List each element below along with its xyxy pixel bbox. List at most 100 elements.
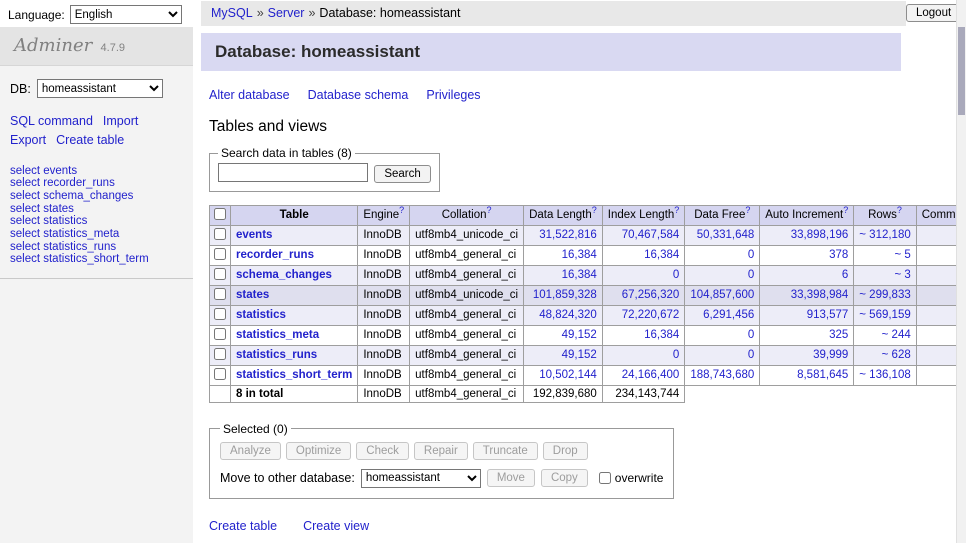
search-button[interactable]: Search <box>374 165 430 183</box>
index-length-link[interactable]: 16,384 <box>644 329 679 341</box>
sidebar-sql-command-link[interactable]: SQL command <box>10 114 93 128</box>
sidebar-import-link[interactable]: Import <box>103 114 138 128</box>
rows-count-link[interactable]: ~ 3 <box>894 269 910 281</box>
index-length-link[interactable]: 70,467,584 <box>622 229 680 241</box>
move-button[interactable]: Move <box>487 469 535 487</box>
check-button[interactable]: Check <box>356 442 409 460</box>
auto-increment-link[interactable]: 325 <box>829 329 848 341</box>
data-length-link[interactable]: 49,152 <box>562 329 597 341</box>
repair-button[interactable]: Repair <box>414 442 468 460</box>
analyze-button[interactable]: Analyze <box>220 442 281 460</box>
index-length-link[interactable]: 24,166,400 <box>622 369 680 381</box>
data-length-link[interactable]: 16,384 <box>562 249 597 261</box>
index-length-link[interactable]: 0 <box>673 349 679 361</box>
sidebar-item-select-states[interactable]: select states <box>10 203 183 216</box>
auto-increment-link[interactable]: 913,577 <box>807 309 849 321</box>
data-free-link[interactable]: 0 <box>748 249 754 261</box>
help-link[interactable]: ? <box>592 205 597 215</box>
rows-count-link[interactable]: ~ 299,833 <box>859 289 910 301</box>
data-free-link[interactable]: 0 <box>748 269 754 281</box>
row-checkbox[interactable] <box>214 288 226 300</box>
db-select[interactable]: homeassistant <box>37 79 163 98</box>
data-length-link[interactable]: 101,859,328 <box>533 289 597 301</box>
rows-count-link[interactable]: ~ 569,159 <box>859 309 910 321</box>
index-length-link[interactable]: 72,220,672 <box>622 309 680 321</box>
index-length-link[interactable]: 16,384 <box>644 249 679 261</box>
auto-increment-link[interactable]: 39,999 <box>813 349 848 361</box>
breadcrumb-mysql-link[interactable]: MySQL <box>211 6 253 20</box>
copy-button[interactable]: Copy <box>541 469 588 487</box>
data-length-link[interactable]: 31,522,816 <box>539 229 597 241</box>
alter-database-link[interactable]: Alter database <box>209 88 290 102</box>
help-link[interactable]: ? <box>897 205 902 215</box>
rows-count-link[interactable]: ~ 628 <box>882 349 911 361</box>
table-name-link[interactable]: states <box>236 289 269 301</box>
table-name-link[interactable]: statistics_short_term <box>236 369 352 381</box>
table-name-link[interactable]: events <box>236 229 272 241</box>
row-checkbox[interactable] <box>214 368 226 380</box>
help-link[interactable]: ? <box>486 205 491 215</box>
auto-increment-link[interactable]: 6 <box>842 269 848 281</box>
sidebar-item-select-statistics-runs[interactable]: select statistics_runs <box>10 241 183 254</box>
data-length-link[interactable]: 48,824,320 <box>539 309 597 321</box>
table-name-link[interactable]: statistics_runs <box>236 349 317 361</box>
row-checkbox[interactable] <box>214 308 226 320</box>
sidebar-item-select-statistics-short-term[interactable]: select statistics_short_term <box>10 253 183 266</box>
table-name-link[interactable]: schema_changes <box>236 269 332 281</box>
privileges-link[interactable]: Privileges <box>426 88 480 102</box>
auto-increment-link[interactable]: 33,898,196 <box>791 229 849 241</box>
sidebar-item-select-statistics[interactable]: select statistics <box>10 215 183 228</box>
data-free-link[interactable]: 0 <box>748 349 754 361</box>
create-table-link[interactable]: Create table <box>209 519 277 533</box>
help-link[interactable]: ? <box>399 205 404 215</box>
data-length-link[interactable]: 49,152 <box>562 349 597 361</box>
data-free-link[interactable]: 188,743,680 <box>690 369 754 381</box>
sidebar-item-select-statistics-meta[interactable]: select statistics_meta <box>10 228 183 241</box>
sidebar-item-select-recorder-runs[interactable]: select recorder_runs <box>10 177 183 190</box>
sidebar-item-select-events[interactable]: select events <box>10 165 183 178</box>
row-checkbox[interactable] <box>214 268 226 280</box>
language-select[interactable]: English <box>70 5 182 24</box>
sidebar-create-table-link[interactable]: Create table <box>56 133 124 147</box>
auto-increment-link[interactable]: 378 <box>829 249 848 261</box>
data-free-link[interactable]: 50,331,648 <box>697 229 755 241</box>
drop-button[interactable]: Drop <box>543 442 588 460</box>
table-name-link[interactable]: statistics <box>236 309 286 321</box>
index-length-link[interactable]: 67,256,320 <box>622 289 680 301</box>
help-link[interactable]: ? <box>745 205 750 215</box>
rows-count-link[interactable]: ~ 136,108 <box>859 369 910 381</box>
index-length-link[interactable]: 0 <box>673 269 679 281</box>
vertical-scrollbar[interactable] <box>956 0 966 543</box>
rows-count-link[interactable]: ~ 312,180 <box>859 229 910 241</box>
overwrite-checkbox[interactable] <box>599 472 611 484</box>
row-checkbox[interactable] <box>214 248 226 260</box>
scrollbar-thumb[interactable] <box>958 27 965 115</box>
row-checkbox[interactable] <box>214 328 226 340</box>
create-view-link[interactable]: Create view <box>303 519 369 533</box>
data-free-link[interactable]: 104,857,600 <box>690 289 754 301</box>
table-name-link[interactable]: statistics_meta <box>236 329 319 341</box>
search-input[interactable] <box>218 163 368 182</box>
sidebar-item-select-schema-changes[interactable]: select schema_changes <box>10 190 183 203</box>
rows-count-link[interactable]: ~ 5 <box>894 249 910 261</box>
rows-count-link[interactable]: ~ 244 <box>882 329 911 341</box>
optimize-button[interactable]: Optimize <box>286 442 351 460</box>
data-free-link[interactable]: 6,291,456 <box>703 309 754 321</box>
help-link[interactable]: ? <box>843 205 848 215</box>
sidebar-export-link[interactable]: Export <box>10 133 46 147</box>
data-length-link[interactable]: 10,502,144 <box>539 369 597 381</box>
data-length-link[interactable]: 16,384 <box>562 269 597 281</box>
row-checkbox[interactable] <box>214 228 226 240</box>
select-all-checkbox[interactable] <box>214 208 226 220</box>
table-name-link[interactable]: recorder_runs <box>236 249 314 261</box>
data-free-link[interactable]: 0 <box>748 329 754 341</box>
logout-button[interactable]: Logout <box>906 4 961 22</box>
breadcrumb-server-link[interactable]: Server <box>268 6 305 20</box>
auto-increment-link[interactable]: 33,398,984 <box>791 289 849 301</box>
auto-increment-link[interactable]: 8,581,645 <box>797 369 848 381</box>
move-db-select[interactable]: homeassistant <box>361 469 481 488</box>
database-schema-link[interactable]: Database schema <box>308 88 409 102</box>
truncate-button[interactable]: Truncate <box>473 442 538 460</box>
row-checkbox[interactable] <box>214 348 226 360</box>
help-link[interactable]: ? <box>674 205 679 215</box>
